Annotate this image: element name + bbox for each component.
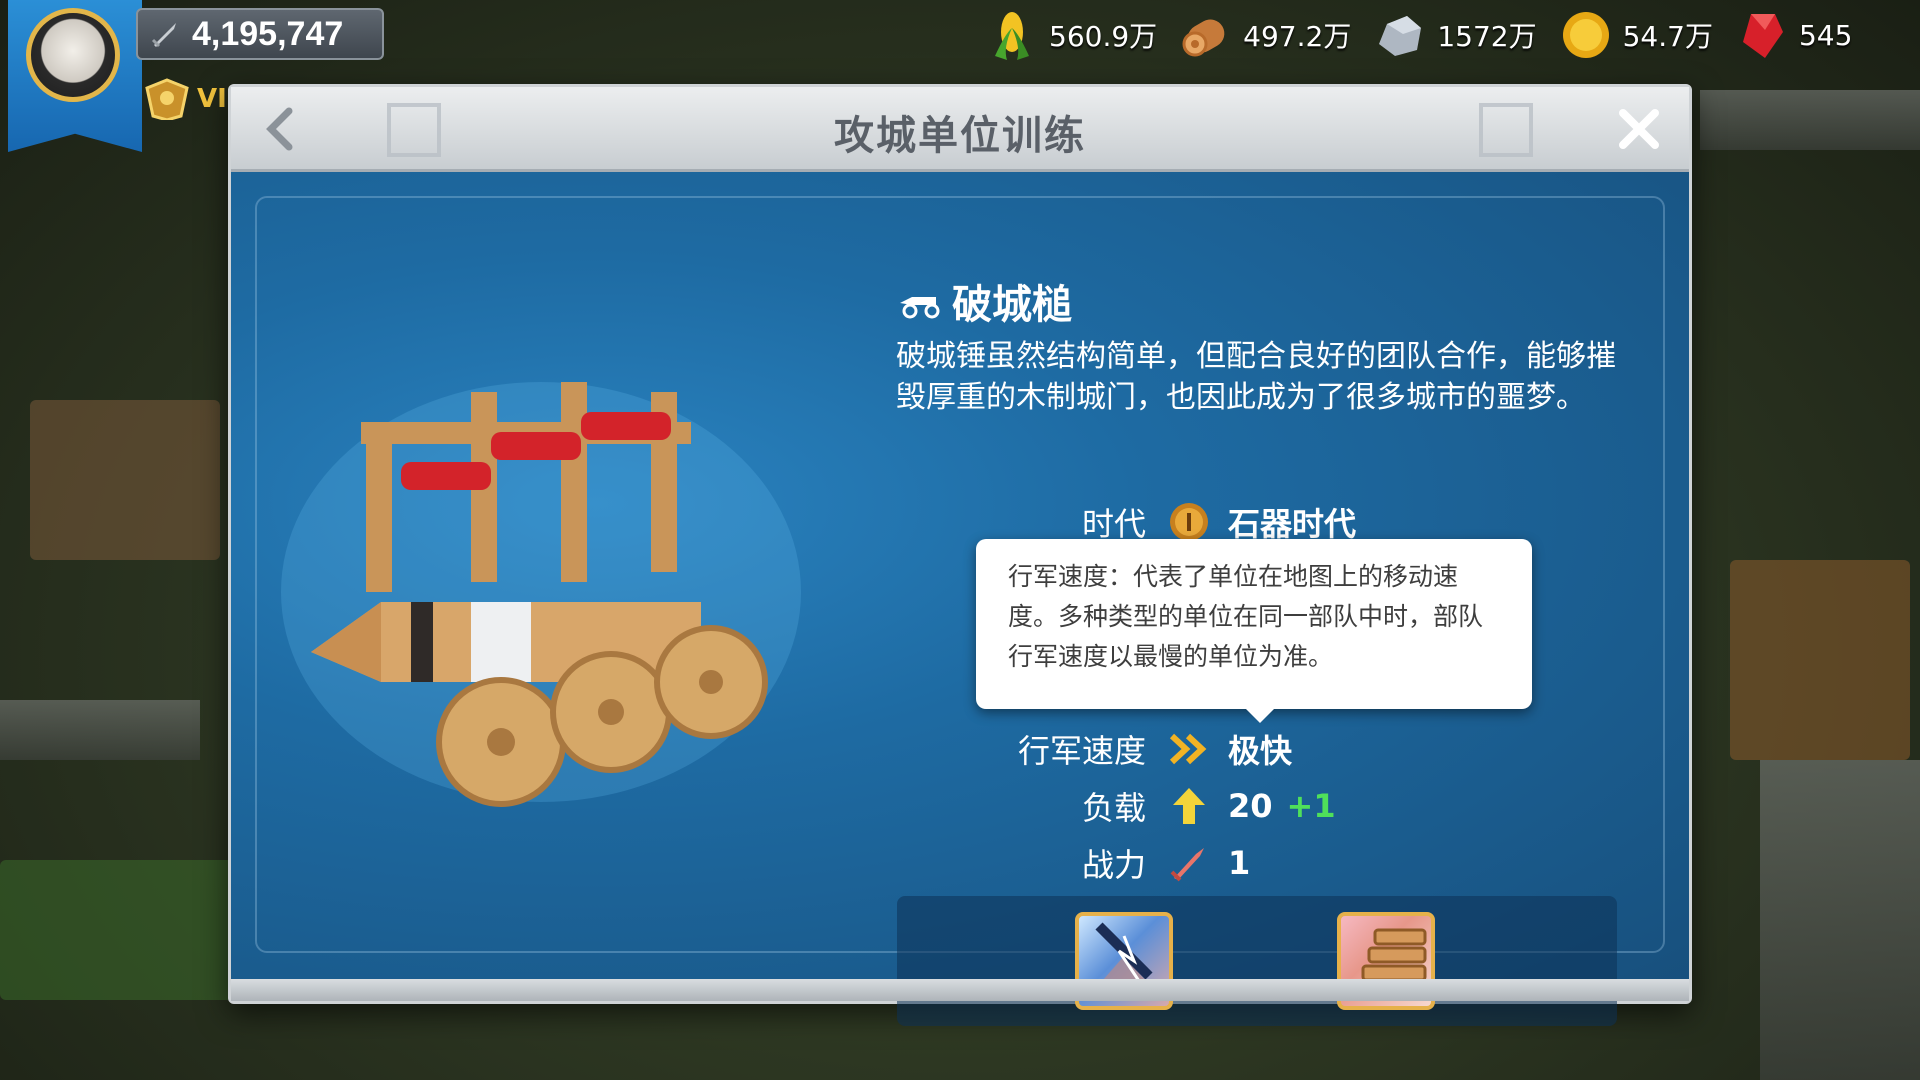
vip-badge[interactable]: VI [143, 78, 227, 120]
close-icon [1619, 109, 1659, 149]
power-display[interactable]: 4,195,747 [136, 8, 384, 60]
vip-crest-icon [145, 78, 189, 120]
resource-gold[interactable]: 54.7万 [1559, 8, 1713, 62]
background-house [1730, 560, 1910, 760]
corn-icon [995, 12, 1029, 60]
siege-training-dialog: 攻城单位训练 破城槌 破城锤虽然结构简单，但配合良好的团队合作，能够摧毁厚重的木… [228, 84, 1692, 1026]
ornament-right [1479, 103, 1533, 157]
era-medal-icon [1170, 503, 1208, 541]
gold-icon [1562, 12, 1609, 58]
unit-info: 破城槌 破城锤虽然结构简单，但配合良好的团队合作，能够摧毁厚重的木制城门，也因此… [896, 272, 1636, 418]
resource-bar: 560.9万 497.2万 1572万 54.7万 545 [985, 4, 1920, 66]
panel-bottom-strip [231, 979, 1689, 1001]
unit-name-row: 破城槌 [896, 272, 1636, 330]
stone-icon [1379, 16, 1422, 56]
battering-ram-illustration [281, 382, 801, 807]
background-house [30, 400, 220, 560]
unit-name: 破城槌 [952, 282, 1072, 328]
sword-icon [151, 23, 176, 48]
speed-chevrons-icon [1169, 733, 1207, 765]
resource-gems[interactable]: 545 [1735, 8, 1852, 62]
power-value: 4,195,747 [192, 14, 344, 53]
wood-icon [1182, 19, 1225, 57]
load-arrow-up-icon [1173, 788, 1205, 824]
resource-wood[interactable]: 497.2万 [1179, 8, 1351, 62]
background-wall [1760, 760, 1920, 1080]
stat-march-speed[interactable]: 行军速度 极快 [896, 724, 1636, 774]
siege-unit-icon [900, 297, 940, 319]
resource-food[interactable]: 560.9万 [985, 8, 1157, 62]
vip-label: VI [197, 84, 227, 114]
stat-power: 战力 1 [1081, 844, 1251, 884]
dialog-titlebar: 攻城单位训练 [231, 87, 1689, 172]
march-speed-tooltip: 行军速度：代表了单位在地图上的移动速度。多种类型的单位在同一部队中时，部队行军速… [976, 539, 1532, 723]
skill-bar [897, 896, 1617, 1026]
avatar[interactable] [26, 8, 120, 102]
background-wall [0, 700, 200, 760]
close-button[interactable] [1611, 101, 1667, 157]
background-field [0, 860, 260, 1000]
unit-description: 破城锤虽然结构简单，但配合良好的团队合作，能够摧毁厚重的木制城门，也因此成为了很… [896, 339, 1616, 415]
resource-stone[interactable]: 1572万 [1373, 8, 1537, 62]
power-sword-icon [1170, 848, 1204, 882]
gem-icon [1742, 14, 1783, 58]
dialog-title: 攻城单位训练 [834, 113, 1086, 159]
background-wall [1700, 90, 1920, 150]
dialog-panel: 破城槌 破城锤虽然结构简单，但配合良好的团队合作，能够摧毁厚重的木制城门，也因此… [231, 172, 1689, 1026]
stat-load: 负载 20 +1 [1081, 787, 1336, 827]
